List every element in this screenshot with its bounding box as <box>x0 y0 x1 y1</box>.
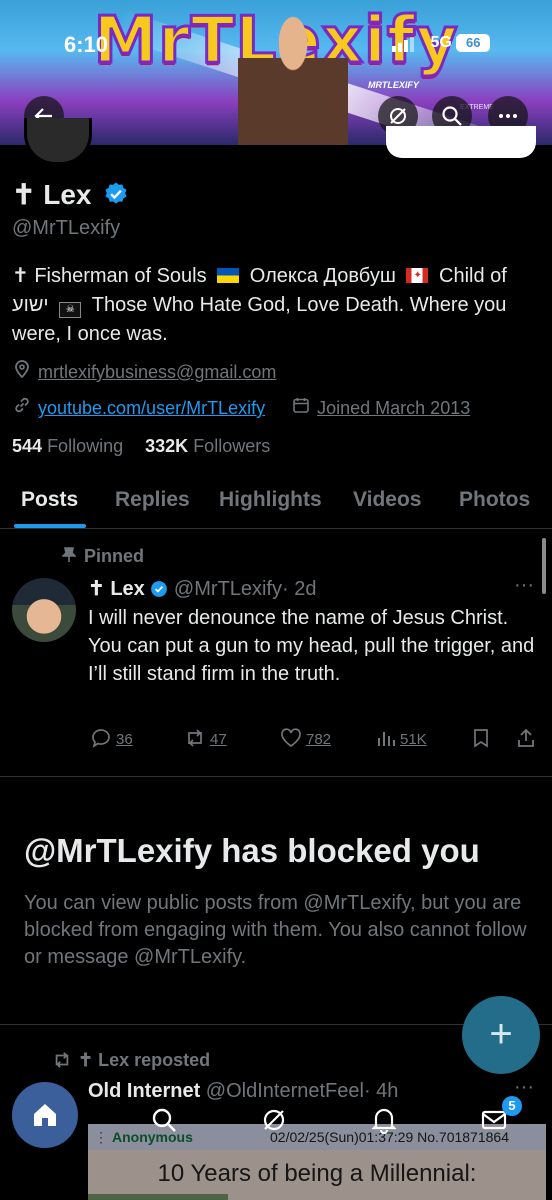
bio-text-2: Олекса Довбуш <box>249 265 396 287</box>
grok-icon <box>263 1109 285 1131</box>
profile-avatar[interactable] <box>24 118 92 165</box>
bell-icon <box>371 1108 397 1134</box>
bookmark-button[interactable] <box>472 728 490 748</box>
verified-badge-icon <box>151 581 168 597</box>
network-label: 5G <box>430 34 452 52</box>
tweet-time[interactable]: · 2d <box>282 578 316 600</box>
profile-links-row: youtube.com/user/MrTLexify Joined March … <box>12 396 542 419</box>
like-button[interactable]: 782 <box>280 728 331 748</box>
calendar-icon <box>291 396 311 419</box>
profile-handle: @MrTLexify <box>12 217 121 239</box>
view-count: 51K <box>400 731 427 748</box>
blocked-title: @MrTLexify has blocked you <box>24 832 480 869</box>
share-icon <box>518 728 534 747</box>
profile-tabs: Posts Replies Highlights Videos Photos <box>0 480 552 529</box>
tab-photos[interactable]: Photos <box>459 488 530 512</box>
messages-badge: 5 <box>502 1096 522 1116</box>
blocked-button[interactable] <box>386 126 536 158</box>
website-link[interactable]: youtube.com/user/MrTLexify <box>38 398 265 418</box>
status-indicators: 5G 66 <box>392 34 532 56</box>
blocked-description: You can view public posts from @MrTLexif… <box>24 892 527 968</box>
repost-more-icon[interactable]: ··· <box>514 1076 544 1099</box>
bio-text-4: ישוע <box>12 294 49 316</box>
pinned-label: Pinned <box>61 546 262 567</box>
tweet-header: ✝ Lex @MrTLexify· 2d <box>88 576 508 601</box>
nav-notifications-button[interactable] <box>366 1102 402 1138</box>
following-link[interactable]: 544 Following <box>12 436 123 456</box>
share-button[interactable] <box>516 728 536 748</box>
following-label: Following <box>47 436 124 456</box>
banner-watermark: MRTLEXIFY <box>368 80 419 90</box>
reply-icon <box>92 729 110 748</box>
tweet-avatar[interactable] <box>12 578 76 642</box>
tab-videos[interactable]: Videos <box>353 488 421 512</box>
follow-counts: 544 Following 332K Followers <box>12 436 412 457</box>
repost-button[interactable]: 47 <box>184 728 227 748</box>
followers-count: 332K <box>145 436 189 456</box>
tweet-author-handle[interactable]: @MrTLexify <box>174 578 282 600</box>
profile-email-row: mrtlexifybusiness@gmail.com <box>12 360 532 383</box>
repost-author-handle[interactable]: @OldInternetFeel <box>206 1080 364 1102</box>
active-tab-indicator <box>14 524 86 528</box>
more-dots-icon <box>499 114 517 118</box>
repost-icon <box>55 1052 69 1068</box>
tweet-text-line-1: I will never denounce the name of Jesus … <box>88 607 509 629</box>
repost-count: 47 <box>210 731 227 748</box>
banner-figure <box>238 0 348 145</box>
verified-badge-icon <box>105 182 127 204</box>
views-icon <box>378 732 395 746</box>
tweet-text[interactable]: I will never denounce the name of Jesus … <box>88 604 538 688</box>
nav-search-button[interactable] <box>146 1102 182 1138</box>
pirate-flag-icon: ☠ <box>59 302 82 318</box>
tweet-more-icon[interactable]: ··· <box>514 574 544 597</box>
pinned-text: Pinned <box>84 546 145 566</box>
tweet-text-line-2: You can put a gun to my head, pull the t… <box>88 635 535 685</box>
bookmark-icon <box>474 729 488 748</box>
following-count: 544 <box>12 436 43 456</box>
search-icon <box>442 106 462 126</box>
ukraine-flag-icon <box>217 268 240 283</box>
tab-replies[interactable]: Replies <box>115 488 190 512</box>
bio-text-3: Child of <box>439 265 507 287</box>
reply-count: 36 <box>116 731 133 748</box>
profile-name-text: ✝ Lex <box>12 179 92 210</box>
plus-icon: + <box>489 1012 513 1056</box>
link-icon <box>12 396 32 419</box>
profile-name: ✝ Lex <box>12 178 312 211</box>
like-count: 782 <box>306 731 332 748</box>
repost-icon <box>188 729 202 747</box>
pin-icon <box>61 547 77 562</box>
location-pin-icon <box>12 360 32 383</box>
bio-text-5: Those Who Hate God, Love Death. Where yo… <box>12 294 507 345</box>
status-time: 6:10 <box>64 32 109 57</box>
email-link[interactable]: mrtlexifybusiness@gmail.com <box>38 362 276 382</box>
battery-icon: 66 <box>456 34 491 52</box>
nav-grok-button[interactable] <box>256 1102 292 1138</box>
reply-button[interactable]: 36 <box>90 728 133 748</box>
search-icon <box>152 1108 176 1132</box>
home-icon <box>34 1104 56 1126</box>
tweet-author-name[interactable]: ✝ Lex <box>88 578 145 600</box>
repost-context-text[interactable]: ✝ Lex reposted <box>78 1050 210 1070</box>
views-button[interactable]: 51K <box>376 728 427 748</box>
followers-label: Followers <box>193 436 271 456</box>
repost-context: ✝ Lex reposted <box>52 1050 352 1071</box>
divider <box>0 776 552 777</box>
canada-flag-icon <box>406 268 429 283</box>
nav-home-button[interactable] <box>12 1082 78 1148</box>
joined-date: Joined March 2013 <box>317 398 471 418</box>
compose-post-button[interactable]: + <box>462 996 540 1074</box>
profile-bio: ✝ Fisherman of Souls Олекса Довбуш Child… <box>12 262 542 349</box>
tab-highlights[interactable]: Highlights <box>219 488 322 512</box>
grok-icon <box>390 108 406 124</box>
followers-link[interactable]: 332K Followers <box>145 436 270 456</box>
bio-text-1: ✝ Fisherman of Souls <box>12 265 207 287</box>
repost-time[interactable]: · 4h <box>364 1080 398 1102</box>
signal-icon <box>392 34 416 53</box>
repost-author-name[interactable]: Old Internet <box>88 1080 200 1102</box>
tab-posts[interactable]: Posts <box>21 488 78 512</box>
tweet-actions: 36 47 782 51K <box>88 728 548 754</box>
heart-icon <box>281 728 301 748</box>
